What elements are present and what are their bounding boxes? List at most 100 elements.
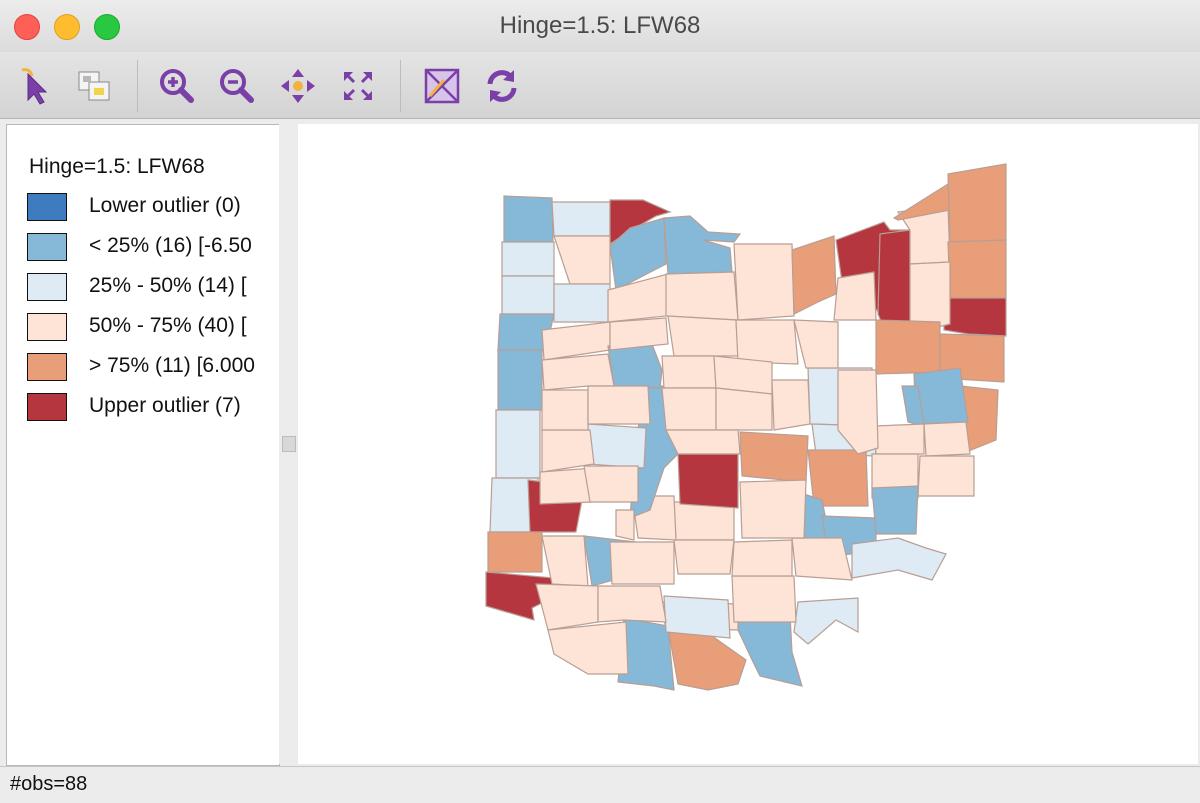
refresh-icon [487,70,517,102]
refresh-button[interactable] [482,66,522,106]
county-polygon[interactable] [547,621,629,675]
county-polygon[interactable] [833,271,877,321]
legend-item-lower-outlier[interactable]: Lower outlier (0) [27,193,279,225]
legend-label: Upper outlier (7) [89,394,241,417]
toggle-layer-button[interactable] [422,66,462,106]
toolbar-separator [137,60,138,112]
full-extent-button[interactable] [338,66,378,106]
select-tool-button[interactable] [16,66,56,106]
county-polygon[interactable] [667,315,739,357]
fit-extent-icon [344,72,372,100]
county-polygon[interactable] [597,585,667,623]
legend-swatch [27,393,67,421]
legend-swatch [27,193,67,221]
window-title: Hinge=1.5: LFW68 [499,12,701,39]
county-polygon[interactable] [943,297,1007,337]
county-polygon[interactable] [665,429,741,455]
county-polygon[interactable] [771,379,811,431]
toolbar [0,52,1200,119]
county-polygon[interactable] [715,387,773,431]
legend-swatch [27,273,67,301]
county-polygon[interactable] [791,235,837,315]
zoom-out-button[interactable] [216,66,256,106]
county-polygon[interactable] [731,539,793,577]
county-polygon[interactable] [541,353,615,391]
zoom-in-button[interactable] [156,66,196,106]
county-polygon[interactable] [667,627,747,691]
county-polygon[interactable] [677,453,739,509]
county-polygon[interactable] [735,319,799,365]
legend-swatch [27,233,67,261]
status-bar: #obs=88 [0,766,1200,803]
county-polygon[interactable] [607,343,663,389]
toolbar-separator [400,60,401,112]
county-polygon[interactable] [661,387,717,431]
title-bar: Hinge=1.5: LFW68 [0,0,1200,52]
legend-swatch [27,353,67,381]
county-polygon[interactable] [807,449,869,507]
map-layer-icon [424,68,460,104]
county-polygon[interactable] [587,423,647,469]
county-polygon[interactable] [793,319,839,369]
county-polygon[interactable] [501,275,555,315]
county-polygon[interactable] [739,431,809,483]
pan-arrows-icon [281,69,315,103]
legend-swatch [27,313,67,341]
county-polygon[interactable] [665,271,739,321]
county-polygon[interactable] [673,539,735,575]
county-polygon[interactable] [663,215,742,275]
county-polygon[interactable] [551,201,611,237]
county-polygon[interactable] [875,319,941,375]
county-polygon[interactable] [851,537,947,581]
legend-label: 50% - 75% (40) [ [89,314,247,337]
county-polygon[interactable] [661,355,717,389]
county-polygon[interactable] [501,241,555,277]
legend-item-below-25[interactable]: < 25% (16) [-6.50 [27,233,279,265]
county-polygon[interactable] [733,243,795,321]
county-polygon[interactable] [923,421,971,457]
county-polygon[interactable] [793,597,859,645]
copy-map-icon [78,71,110,101]
county-polygon[interactable] [791,537,853,581]
county-polygon[interactable] [663,595,731,639]
legend-label: Lower outlier (0) [89,194,241,217]
splitter-handle[interactable] [282,436,296,452]
legend-item-25-50[interactable]: 25% - 50% (14) [ [27,273,279,305]
legend-item-50-75[interactable]: 50% - 75% (40) [ [27,313,279,345]
county-polygon[interactable] [487,531,543,573]
legend-label: < 25% (16) [-6.50 [89,234,252,257]
county-polygon[interactable] [877,229,911,335]
panel-splitter[interactable] [279,124,297,764]
legend-title: Hinge=1.5: LFW68 [29,155,205,178]
county-polygon[interactable] [609,541,675,585]
county-polygon[interactable] [871,485,919,535]
county-polygon[interactable] [497,349,543,411]
county-polygon[interactable] [583,465,639,503]
county-polygon[interactable] [553,283,611,323]
county-polygon[interactable] [541,389,589,431]
zoom-out-icon [220,69,254,103]
county-polygon[interactable] [535,583,599,631]
map-canvas[interactable] [298,124,1198,764]
county-polygon[interactable] [947,163,1007,243]
choropleth-map[interactable] [298,124,1198,764]
zoom-in-icon [160,69,194,103]
legend-item-above-75[interactable]: > 75% (11) [6.000 [27,353,279,385]
county-polygon[interactable] [495,409,541,479]
copy-selection-button[interactable] [74,66,114,106]
county-polygon[interactable] [739,479,807,539]
legend-label: > 75% (11) [6.000 [89,354,255,377]
arrow-pointer-icon [21,68,48,105]
county-polygon[interactable] [615,509,635,541]
county-polygon[interactable] [917,455,975,497]
county-polygon[interactable] [947,239,1007,299]
county-polygon[interactable] [609,317,669,351]
county-polygon[interactable] [587,385,651,425]
legend-item-upper-outlier[interactable]: Upper outlier (7) [27,393,279,425]
county-polygon[interactable] [731,575,797,623]
county-polygon[interactable] [873,423,925,455]
county-polygon[interactable] [503,195,554,243]
county-polygon[interactable] [553,235,611,285]
legend-panel: Hinge=1.5: LFW68 Lower outlier (0) < 25%… [6,124,280,766]
pan-button[interactable] [278,66,318,106]
